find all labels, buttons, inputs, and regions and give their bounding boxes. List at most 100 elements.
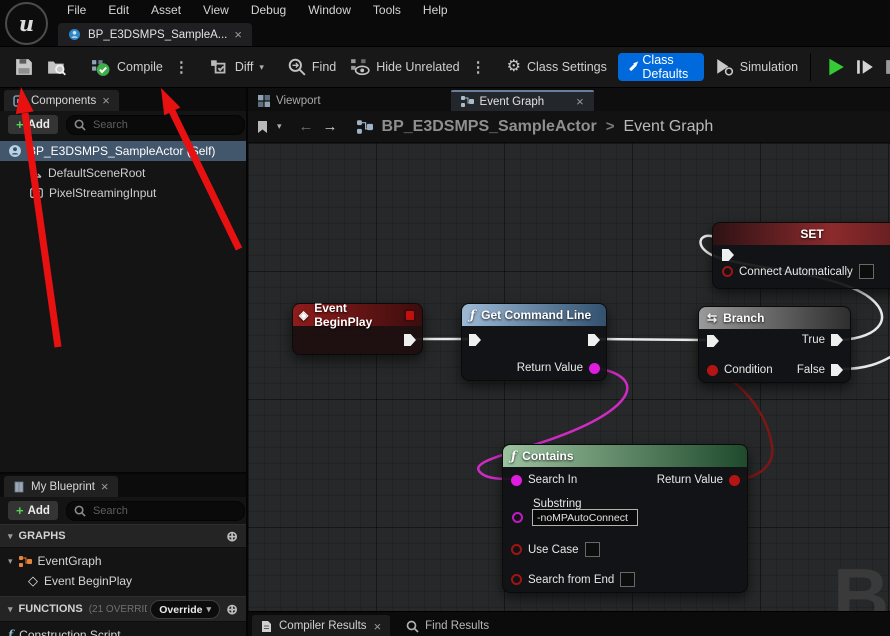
viewport-tab-label: Viewport <box>276 95 321 107</box>
string-pin[interactable] <box>511 475 522 486</box>
tab-viewport[interactable]: Viewport <box>248 90 331 111</box>
bool-pin[interactable] <box>707 365 718 376</box>
collapse-triangle-icon[interactable]: ▾ <box>8 556 13 567</box>
search-from-end-checkbox[interactable] <box>620 572 635 587</box>
find-button[interactable]: Find <box>281 52 343 82</box>
compile-options-kebab-icon[interactable]: ⋮ <box>170 58 193 76</box>
simulation-button[interactable]: Simulation <box>708 52 805 82</box>
close-icon[interactable]: × <box>576 95 584 108</box>
node-contains[interactable]: ƒ Contains Search In Return Value Substr… <box>502 444 748 593</box>
debug-indicator-icon <box>404 309 416 322</box>
hide-unrelated-button[interactable]: Hide Unrelated <box>343 52 466 82</box>
exec-in-pin[interactable] <box>469 334 481 346</box>
node-set[interactable]: SET Connect Automatically <box>712 222 890 289</box>
false-row: False <box>797 364 843 376</box>
my-blueprint-search-input[interactable] <box>91 504 237 518</box>
graphs-section-header[interactable]: ▾ GRAPHS ⊕ <box>0 524 246 548</box>
bool-pin[interactable] <box>511 544 522 555</box>
add-blueprint-item-button[interactable]: + Add <box>8 501 58 520</box>
stop-button[interactable] <box>885 59 890 75</box>
tab-my-blueprint[interactable]: My Blueprint × <box>4 476 118 497</box>
exec-out-pin[interactable] <box>588 334 600 346</box>
diff-button[interactable]: Diff ▾ <box>203 52 271 82</box>
override-label: Override <box>159 604 202 616</box>
browse-to-asset-button[interactable] <box>40 52 74 82</box>
collapse-triangle-icon[interactable]: ▾ <box>8 531 13 542</box>
close-icon[interactable]: × <box>234 28 242 41</box>
menu-tools[interactable]: Tools <box>362 0 412 20</box>
add-component-button[interactable]: + Add <box>8 115 58 134</box>
string-pin[interactable] <box>512 512 523 523</box>
breadcrumb-root[interactable]: BP_E3DSMPS_SampleActor <box>382 118 597 136</box>
construction-script-row[interactable]: ƒ Construction Script <box>0 625 246 636</box>
event-graph-row[interactable]: ▾ EventGraph <box>0 551 246 571</box>
use-case-checkbox[interactable] <box>585 542 600 557</box>
asset-tab-blueprint[interactable]: BP_E3DSMPS_SampleA... × <box>58 23 252 46</box>
my-blueprint-search-box <box>66 501 245 521</box>
node-begin-play-title: Event BeginPlay <box>314 301 398 329</box>
viewport-icon <box>258 95 270 107</box>
menu-window[interactable]: Window <box>297 0 362 20</box>
find-label: Find <box>312 60 336 74</box>
frame-skip-button[interactable] <box>856 58 875 76</box>
node-branch[interactable]: ⇆ Branch True Condition False <box>698 306 851 383</box>
bool-pin[interactable] <box>729 475 740 486</box>
menu-asset[interactable]: Asset <box>140 0 192 20</box>
exec-out-pin[interactable] <box>404 334 416 346</box>
close-icon[interactable]: × <box>374 620 382 633</box>
exec-in-pin[interactable] <box>722 249 734 261</box>
components-tab-strip: Components × <box>0 88 246 111</box>
menu-view[interactable]: View <box>192 0 240 20</box>
menu-debug[interactable]: Debug <box>240 0 297 20</box>
bool-pin[interactable] <box>511 574 522 585</box>
connect-automatically-checkbox[interactable] <box>859 264 874 279</box>
function-icon: ƒ <box>511 449 516 463</box>
bool-pin[interactable] <box>722 266 733 277</box>
graph-icon <box>19 555 32 568</box>
exec-out-false-pin[interactable] <box>831 364 843 376</box>
tab-event-graph[interactable]: Event Graph × <box>451 90 594 111</box>
class-defaults-button[interactable]: Class Defaults <box>618 53 704 81</box>
graph-icon <box>357 119 373 135</box>
close-icon[interactable]: × <box>102 94 110 107</box>
node-event-begin-play[interactable]: ◈ Event BeginPlay <box>292 303 423 355</box>
compile-button[interactable]: Compile <box>84 52 170 82</box>
functions-section-header[interactable]: ▾ FUNCTIONS (21 OVERRIDABLE) Override ▾ … <box>0 596 246 622</box>
substring-input[interactable] <box>532 509 638 526</box>
save-button[interactable] <box>8 52 40 82</box>
exec-in-pin[interactable] <box>707 335 719 347</box>
component-row-scene-root[interactable]: DefaultSceneRoot <box>0 163 246 183</box>
bookmark-icon[interactable] <box>257 120 268 134</box>
play-button[interactable] <box>826 57 846 77</box>
menu-file[interactable]: File <box>56 0 97 20</box>
collapse-triangle-icon[interactable]: ▾ <box>8 604 13 615</box>
graph-region: Viewport Event Graph × ▾ ← → BP_E3DSMPS_… <box>248 88 890 636</box>
hide-unrelated-options-kebab-icon[interactable]: ⋮ <box>467 58 490 76</box>
event-graph-row-label: EventGraph <box>38 554 102 568</box>
components-search-input[interactable] <box>91 118 237 132</box>
forward-arrow-icon[interactable]: → <box>323 118 338 135</box>
override-dropdown[interactable]: Override ▾ <box>150 600 220 619</box>
class-settings-button[interactable]: ⚙ Class Settings <box>500 52 614 82</box>
find-results-label: Find Results <box>425 620 489 632</box>
add-function-icon[interactable]: ⊕ <box>226 602 238 616</box>
begin-play-row[interactable]: ◇ Event BeginPlay <box>0 571 246 591</box>
tab-components[interactable]: Components × <box>4 90 119 111</box>
node-get-command-line[interactable]: ƒ Get Command Line Return Value <box>461 303 607 381</box>
back-arrow-icon[interactable]: ← <box>299 118 314 135</box>
exec-out-true-pin[interactable] <box>831 334 843 346</box>
chevron-down-icon[interactable]: ▾ <box>277 121 282 132</box>
search-icon <box>74 505 86 517</box>
graph-canvas[interactable]: BL SET Connect Automatically <box>248 143 890 611</box>
string-pin[interactable] <box>589 363 600 374</box>
add-graph-icon[interactable]: ⊕ <box>226 529 238 543</box>
component-row-self[interactable]: BP_E3DSMPS_SampleActor (Self) <box>0 141 246 161</box>
event-graph-tab-label: Event Graph <box>480 96 545 108</box>
close-icon[interactable]: × <box>101 480 109 493</box>
tab-compiler-results[interactable]: Compiler Results × <box>252 615 390 636</box>
menu-help[interactable]: Help <box>412 0 459 20</box>
menu-edit[interactable]: Edit <box>97 0 140 20</box>
tab-find-results[interactable]: Find Results <box>406 615 489 636</box>
component-row-pixel-streaming[interactable]: PixelStreamingInput <box>0 183 246 203</box>
function-icon: ƒ <box>8 628 13 636</box>
